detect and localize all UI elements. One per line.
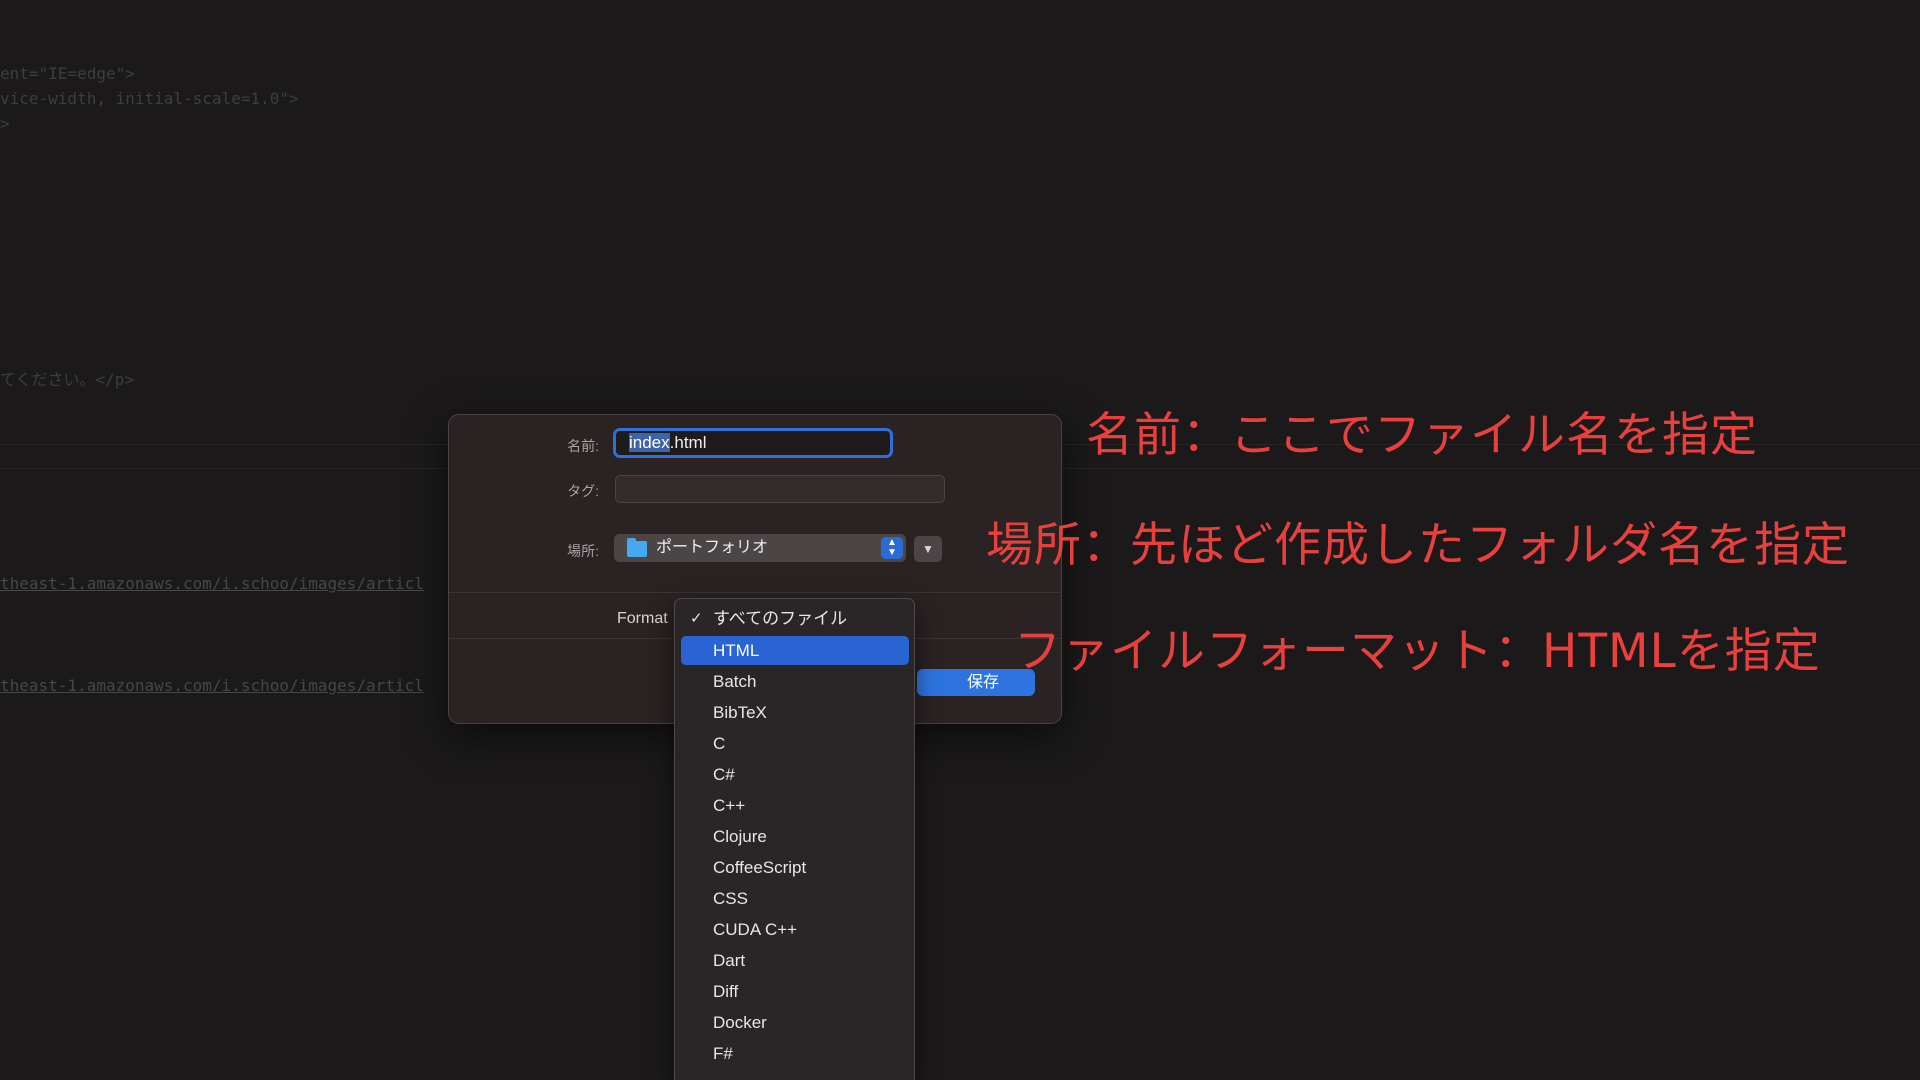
menu-item-label: F# [713,1044,733,1063]
menu-item-label: すべてのファイル [713,609,848,628]
filename-extension-text: .html [669,433,707,452]
menu-item-diff[interactable]: Diff [681,977,909,1006]
menu-item-label: Diff [713,982,739,1001]
menu-item-clojure[interactable]: Clojure [681,822,909,851]
menu-item-label: CUDA C++ [713,920,798,939]
screen: ent="IE=edge"> vice-width, initial-scale… [0,0,1920,1080]
menu-item-label: CSS [713,889,748,908]
filename-input[interactable]: index.html [613,428,893,458]
chevron-down-icon: ▼ [922,542,934,556]
location-popup-button[interactable]: ポートフォリオ ▲ ▼ [614,534,906,562]
menu-item-fsharp[interactable]: F# [681,1039,909,1068]
menu-item-batch[interactable]: Batch [681,667,909,696]
menu-item-c[interactable]: C [681,729,909,758]
menu-item-label: Dart [713,951,746,970]
annotation-format: ファイルフォーマット：HTMLを指定 [1014,624,1821,679]
menu-item-label: BibTeX [713,703,767,722]
location-value: ポートフォリオ [656,539,769,556]
menu-item-html[interactable]: HTML [681,636,909,665]
menu-item-css[interactable]: CSS [681,884,909,913]
code-line: > [0,114,10,133]
code-line-link[interactable]: theast-1.amazonaws.com/i.schoo/images/ar… [0,574,424,594]
menu-item-all-files[interactable]: ✓ すべてのファイル [681,604,909,633]
menu-item-cpp[interactable]: C++ [681,791,909,820]
format-label: Format [617,610,668,627]
menu-item-label: C [713,734,726,753]
checkmark-icon: ✓ [690,610,703,627]
expand-dialog-button[interactable]: ▼ [914,536,942,562]
menu-item-docker[interactable]: Docker [681,1008,909,1037]
annotation-name: 名前：ここでファイル名を指定 [1086,408,1758,463]
menu-item-label: Clojure [713,827,767,846]
tags-input[interactable] [615,475,945,503]
code-line-link[interactable]: theast-1.amazonaws.com/i.schoo/images/ar… [0,676,424,696]
filename-selected-text: index [629,433,670,452]
dialog-separator [449,592,1061,593]
code-line: vice-width, initial-scale=1.0"> [0,89,299,108]
menu-item-label: Docker [713,1013,767,1032]
menu-item-coffeescript[interactable]: CoffeeScript [681,853,909,882]
chevron-updown-icon: ▲ ▼ [881,537,903,559]
menu-item-label: Batch [713,672,757,691]
tags-label: タグ: [567,483,599,499]
folder-icon [627,538,647,557]
annotation-location: 場所：先ほど作成したフォルダ名を指定 [986,518,1850,573]
menu-item-cuda-cpp[interactable]: CUDA C++ [681,915,909,944]
menu-item-label: CoffeeScript [713,858,807,877]
menu-item-csharp[interactable]: C# [681,760,909,789]
menu-item-dart[interactable]: Dart [681,946,909,975]
code-line: ent="IE=edge"> [0,64,135,83]
menu-item-label: C# [713,765,735,784]
code-line: てください。</p> [0,370,135,389]
menu-item-bibtex[interactable]: BibTeX [681,698,909,727]
menu-item-label: HTML [713,641,760,660]
name-label: 名前: [567,438,599,454]
location-label: 場所: [567,543,599,559]
menu-item-label: C++ [713,796,746,815]
format-dropdown-menu: ✓ すべてのファイル HTML Batch BibTeX C C# C++ Cl… [674,598,915,1080]
